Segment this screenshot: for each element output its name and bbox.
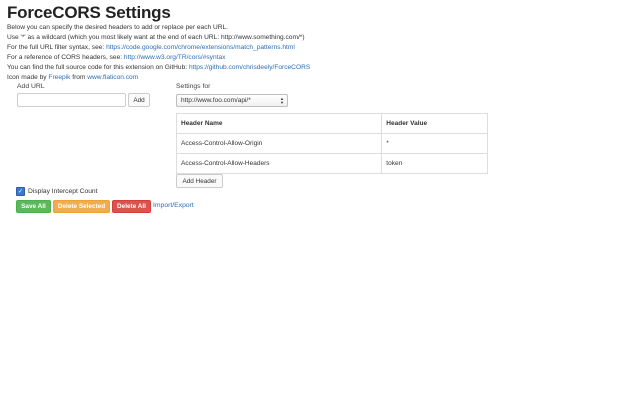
header-name-cell[interactable]: Access-Control-Allow-Headers [175, 153, 383, 174]
intro-line-3-text: For the full URL filter syntax, see: [7, 43, 107, 51]
header-value-cell[interactable]: token [381, 153, 488, 174]
cors-syntax-link[interactable]: http://www.w3.org/TR/cors/#syntax [124, 54, 226, 61]
add-header-button[interactable]: Add Header [176, 174, 223, 188]
select-arrows-icon: ▲ ▼ [280, 96, 284, 105]
save-all-button[interactable]: Save All [16, 200, 51, 213]
display-intercept-option[interactable]: ✓ Display Intercept Count [16, 187, 98, 196]
intro-line-6-text-1: Icon made by [7, 73, 49, 81]
intro-text: Below you can specify the desired header… [7, 23, 310, 82]
intro-line-5-text: You can find the full source code for th… [7, 63, 189, 71]
add-url-label: Add URL [17, 83, 45, 90]
url-select[interactable]: http://www.foo.com/api/* ▲ ▼ [176, 94, 288, 107]
delete-all-button[interactable]: Delete All [112, 200, 151, 213]
github-link[interactable]: https://github.com/chrisdeely/ForceCORS [189, 64, 310, 71]
header-value-cell[interactable]: * [381, 133, 488, 154]
intro-line-1: Below you can specify the desired header… [7, 24, 229, 31]
headers-table: Header Name Header Value Access-Control-… [175, 113, 488, 174]
delete-selected-button[interactable]: Delete Selected [53, 200, 110, 213]
display-intercept-label: Display Intercept Count [28, 188, 98, 195]
column-header-value: Header Value [381, 113, 488, 134]
url-select-value: http://www.foo.com/api/* [181, 97, 251, 104]
add-url-button[interactable]: Add [128, 93, 150, 107]
match-patterns-link[interactable]: https://code.google.com/chrome/extension… [106, 44, 295, 51]
intro-line-6: Icon made by Freepik from www.flaticon.c… [7, 73, 310, 83]
intro-line-5: You can find the full source code for th… [7, 63, 310, 73]
page-title: ForceCORS Settings [7, 3, 171, 22]
settings-for-label: Settings for [176, 83, 211, 90]
intro-line-4: For a reference of CORS headers, see: ht… [7, 53, 310, 63]
table-row[interactable]: Access-Control-Allow-Headers token [175, 153, 488, 174]
intro-line-4-text: For a reference of CORS headers, see: [7, 53, 124, 61]
settings-page: ForceCORS Settings Below you can specify… [0, 0, 640, 400]
flaticon-link[interactable]: www.flaticon.com [87, 74, 138, 81]
table-header-row: Header Name Header Value [175, 113, 488, 134]
add-url-input[interactable] [17, 93, 126, 107]
table-row[interactable]: Access-Control-Allow-Origin * [175, 133, 488, 154]
intro-line-2: Use '*' as a wildcard (which you most li… [7, 33, 305, 41]
header-name-cell[interactable]: Access-Control-Allow-Origin [175, 133, 383, 154]
column-header-name: Header Name [175, 113, 383, 134]
intro-line-6-text-2: from [70, 73, 88, 81]
display-intercept-checkbox[interactable]: ✓ [16, 187, 25, 196]
import-export-link[interactable]: Import/Export [153, 202, 194, 209]
intro-line-3: For the full URL filter syntax, see: htt… [7, 43, 310, 53]
freepik-link[interactable]: Freepik [48, 74, 70, 81]
